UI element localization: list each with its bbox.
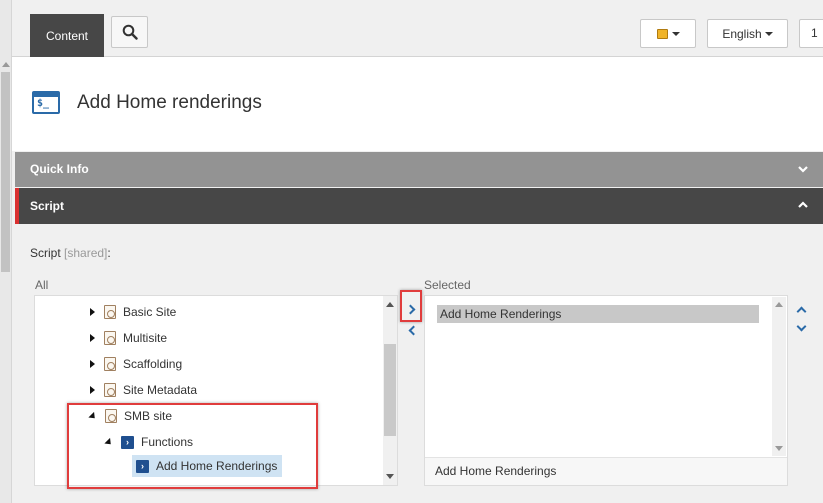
add-to-selected-button[interactable] [404,300,420,318]
expand-arrow-icon[interactable] [90,334,95,342]
item-header: $_ Add Home renderings [12,57,823,151]
chevron-down-icon [796,321,806,331]
tree-node-label: Add Home Renderings [156,459,278,473]
tree-node-label: Site Metadata [123,383,198,397]
script-console-icon: $_ [32,91,60,114]
chevron-left-icon [408,325,419,335]
script-library-icon [104,383,116,397]
chevron-right-icon [405,304,416,314]
tree-node-label: Functions [141,435,194,449]
powershell-icon: › [136,459,149,473]
scroll-up-arrow-icon[interactable] [2,62,10,67]
search-button[interactable] [111,16,148,48]
tree-node[interactable]: Multisite [90,325,167,351]
move-up-button[interactable] [793,303,809,316]
database-icon [656,28,668,39]
tree-node[interactable]: Scaffolding [90,351,182,377]
magnifier-icon [122,24,138,40]
language-label: English [722,26,762,41]
version-selector-button[interactable]: 1 [799,19,823,48]
script-library-icon [104,357,116,371]
field-label-colon: : [107,246,111,260]
script-library-icon [104,305,116,319]
tree-node-label: Multisite [123,331,168,345]
tree-scrollbar[interactable] [383,296,397,485]
selected-list-area[interactable]: Add Home Renderings [425,296,787,457]
chevron-up-icon [798,201,808,208]
selected-list-item[interactable]: Add Home Renderings [437,305,759,323]
tree-node-label: Basic Site [123,305,177,319]
scrollbar-thumb[interactable] [384,344,396,436]
expand-arrow-icon[interactable] [90,386,95,394]
section-quick-info[interactable]: Quick Info [15,152,823,187]
scrollbar-thumb[interactable] [1,72,10,272]
move-down-button[interactable] [793,321,809,334]
script-library-icon [104,331,116,345]
powershell-icon: › [121,435,134,449]
field-label: Script [shared]: [30,246,111,260]
tree-node-selected[interactable]: › Add Home Renderings [132,455,283,477]
scroll-up-arrow-icon[interactable] [775,302,783,307]
expand-arrow-icon[interactable] [90,360,95,368]
collapse-arrow-icon[interactable] [104,437,114,447]
remove-from-selected-button[interactable] [404,321,420,339]
tree-node[interactable]: Basic Site [90,299,176,325]
section-script[interactable]: Script [15,188,823,224]
all-list-label: All [35,278,49,292]
language-selector-button[interactable]: English [707,19,788,48]
script-library-icon [105,409,117,423]
expand-arrow-icon[interactable] [90,308,95,316]
tree-node-label: SMB site [124,409,173,423]
collapse-arrow-icon[interactable] [88,411,98,421]
chevron-down-icon [671,31,680,36]
shared-tag: [shared] [64,246,108,260]
tree-node[interactable]: › Functions [104,429,194,455]
left-scrollbar[interactable] [0,0,12,503]
database-selector-button[interactable] [640,19,696,48]
page-title: Add Home renderings [77,92,262,113]
ribbon: Content English 1 [12,0,823,57]
section-quick-info-label: Quick Info [30,162,89,176]
tab-content[interactable]: Content [30,14,104,57]
selected-list-scrollbar[interactable] [772,297,786,456]
selected-item-path: Add Home Renderings [425,457,787,485]
tree-node-label: Scaffolding [123,357,183,371]
field-label-text: Script [30,246,61,260]
selected-list-label: Selected [424,278,471,292]
selected-items-list[interactable]: Add Home Renderings Add Home Renderings [424,295,788,486]
chevron-down-icon [798,166,808,173]
scroll-down-arrow-icon[interactable] [386,474,394,479]
chevron-down-icon [764,31,773,36]
chevron-up-icon [796,306,806,316]
scroll-down-arrow-icon[interactable] [775,446,783,451]
scroll-up-arrow-icon[interactable] [386,302,394,307]
section-script-label: Script [30,199,65,213]
tree-node[interactable]: SMB site [88,403,173,429]
all-items-tree[interactable]: Basic Site Multisite Scaffolding Site Me… [34,295,398,486]
tree-node[interactable]: Site Metadata [90,377,197,403]
